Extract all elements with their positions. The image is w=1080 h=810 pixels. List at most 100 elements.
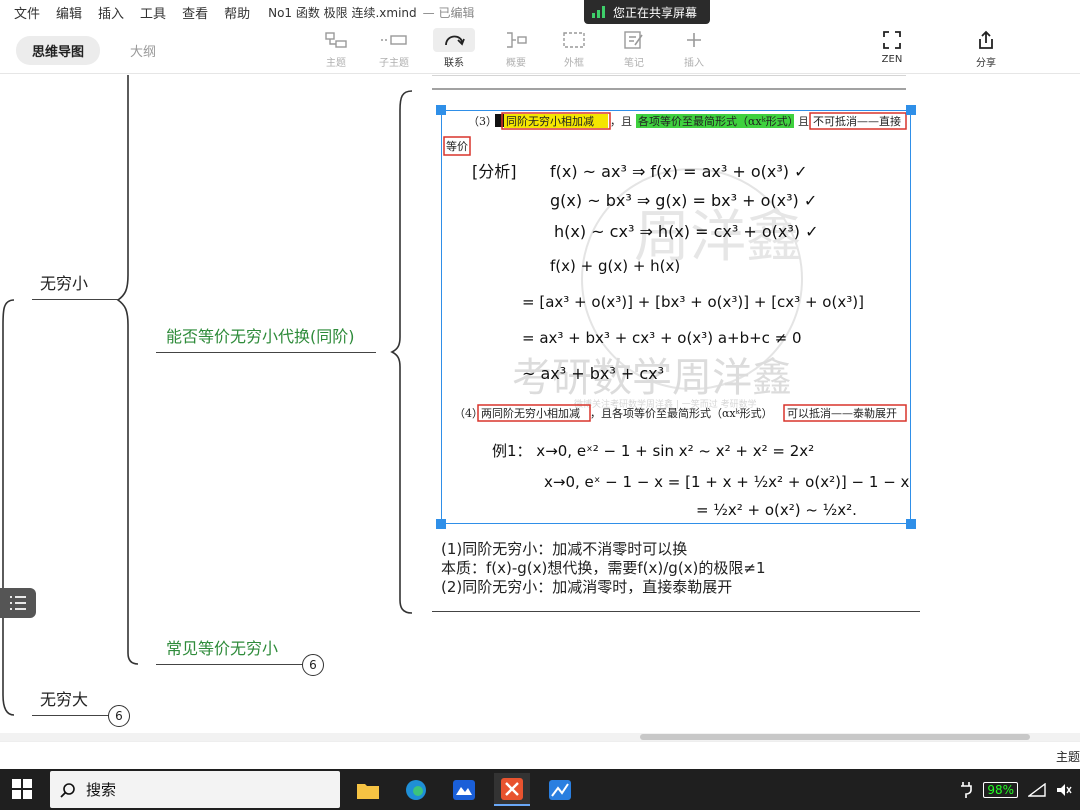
menu-file[interactable]: 文件 — [0, 3, 48, 22]
case3-highlight-d: 不可抵消——直接 — [813, 114, 901, 128]
summary-label: 概要 — [506, 58, 526, 69]
node-equiv-underline — [156, 352, 376, 353]
zen-button[interactable]: ZEN — [868, 28, 916, 72]
subtopic-icon — [380, 28, 408, 52]
tab-outline[interactable]: 大纲 — [114, 36, 172, 65]
analysis-label: [分析] — [472, 162, 517, 181]
toolbar: 思维导图 大纲 主题 子主题 联系 概要 外框 笔记 插入 ZEN 分享 — [0, 24, 1080, 74]
menu-help[interactable]: 帮助 — [216, 3, 258, 22]
signal-icon — [592, 6, 605, 18]
node-equiv-substitution[interactable]: 能否等价无穷小代换(同阶) — [166, 323, 355, 347]
topic-image[interactable]: 周洋鑫 考研数学周洋鑫 微博关注考研数学周洋鑫 | 一笑而过 考研数学 （3） … — [441, 110, 911, 524]
note-line-1: (1)同阶无穷小：加减不消零时可以换 — [441, 540, 688, 558]
taskbar-app-paint[interactable] — [542, 773, 578, 806]
status-bar: 主题 — [0, 741, 1080, 769]
plus-icon — [685, 28, 703, 52]
taskbar-search[interactable]: 搜索 — [50, 771, 340, 808]
node-infinity-underline — [32, 715, 110, 716]
hw-line-6: = ax³ + bx³ + cx³ + o(x³) a+b+c ≠ 0 — [522, 329, 802, 347]
outline-list-icon — [10, 596, 26, 610]
node-infinity[interactable]: 无穷大 — [40, 686, 88, 710]
case3-c: 且 — [798, 115, 809, 128]
node-infinitesimal-underline — [32, 299, 118, 300]
hw-line-2: g(x) ~ bx³ ⇒ g(x) = bx³ + o(x³) ✓ — [550, 191, 817, 210]
topic-button[interactable]: 主题 — [312, 28, 360, 72]
case3-highlight-a: 同阶无穷小相加减 — [506, 114, 594, 128]
outline-panel-button[interactable] — [0, 588, 36, 618]
node-common-equiv-underline — [156, 664, 304, 665]
case4-highlight-a: 两同阶无穷小相加减 — [481, 406, 580, 420]
menu-insert[interactable]: 插入 — [90, 3, 132, 22]
taskbar-xmind[interactable] — [494, 773, 530, 806]
relationship-button[interactable]: 联系 — [430, 28, 478, 72]
notes-button[interactable]: 笔记 — [610, 28, 658, 72]
case4-mid: ，且各项等价至最简形式（αxᵏ形式） — [590, 406, 773, 420]
topic-note-text[interactable]: (1)同阶无穷小：加减不消零时可以换 本质：f(x)-g(x)想代换，需要f(x… — [441, 540, 766, 597]
boundary-button[interactable]: 外框 — [550, 28, 598, 72]
menu-edit[interactable]: 编辑 — [48, 3, 90, 22]
notes-icon — [624, 28, 644, 52]
collapse-badge-infinity[interactable]: 6 — [108, 705, 130, 727]
tab-mindmap[interactable]: 思维导图 — [16, 36, 101, 65]
node-infinitesimal[interactable]: 无穷小 — [40, 270, 88, 294]
view-tabs: 思维导图 大纲 — [16, 36, 172, 65]
taskbar-search-label: 搜索 — [86, 781, 117, 799]
resize-handle-bottom-left[interactable] — [436, 519, 446, 529]
horizontal-scrollbar[interactable] — [0, 733, 1080, 741]
case3-highlight-b: 各项等价至最简形式（αxᵏ形式） — [638, 114, 799, 128]
hw-line-7: ~ ax³ + bx³ + cx³ — [522, 364, 664, 383]
subtopic-label: 子主题 — [379, 58, 409, 69]
case4-highlight-b: 可以抵消——泰勒展开 — [787, 406, 897, 420]
taskbar-app-blue[interactable] — [446, 773, 482, 806]
volume-icon[interactable] — [1056, 783, 1072, 797]
share-button[interactable]: 分享 — [962, 28, 1010, 72]
scrollbar-thumb[interactable] — [640, 734, 1030, 740]
case3-mid: ，且 — [610, 115, 632, 128]
case3-highlight-e: 等价 — [446, 139, 468, 153]
resize-handle-top-left[interactable] — [436, 105, 446, 115]
document-status: — 已编辑 — [422, 5, 475, 20]
screen-share-text: 您正在共享屏幕 — [613, 5, 698, 20]
status-right: 主题 — [1055, 750, 1080, 764]
hw-line-3: h(x) ~ cx³ ⇒ h(x) = cx³ + o(x³) ✓ — [554, 222, 819, 241]
notes-label: 笔记 — [624, 58, 644, 69]
zen-label: ZEN — [881, 54, 903, 65]
resize-handle-bottom-right[interactable] — [906, 519, 916, 529]
taskbar: 搜索 98% — [0, 769, 1080, 810]
hw-line-4: f(x) + g(x) + h(x) — [550, 257, 680, 275]
taskbar-file-explorer[interactable] — [350, 773, 386, 806]
mindmap-canvas[interactable]: 无穷小 能否等价无穷小代换(同阶) 常见等价无穷小 6 无穷大 6 周洋鑫 考研… — [0, 75, 1080, 740]
subtopic-button[interactable]: 子主题 — [370, 28, 418, 72]
boundary-label: 外框 — [564, 58, 584, 69]
share-icon — [965, 28, 1007, 52]
collapse-badge-common-equiv[interactable]: 6 — [302, 654, 324, 676]
note-underline — [432, 611, 920, 612]
boundary-icon — [563, 28, 585, 52]
document-title: No1 函数 极限 连续.xmind — [268, 5, 417, 20]
menu-bar: 文件 编辑 插入 工具 查看 帮助 No1 函数 极限 连续.xmind — 已… — [0, 0, 1080, 24]
relationship-label: 联系 — [444, 58, 464, 69]
network-icon[interactable] — [1028, 782, 1046, 797]
relationship-icon — [433, 28, 475, 52]
resize-handle-top-right[interactable] — [906, 105, 916, 115]
insert-button[interactable]: 插入 — [670, 28, 718, 72]
hw-line-1: f(x) ~ ax³ ⇒ f(x) = ax³ + o(x³) ✓ — [550, 162, 808, 181]
hw-line-5: = [ax³ + o(x³)] + [bx³ + o(x³)] + [cx³ +… — [522, 293, 864, 311]
zen-icon — [871, 28, 913, 52]
case3-number: （3） — [468, 115, 497, 128]
example-line-3: = ½x² + o(x²) ~ ½x². — [696, 501, 857, 519]
windows-icon[interactable] — [12, 779, 32, 799]
taskbar-edge[interactable] — [398, 773, 434, 806]
node-common-equiv[interactable]: 常见等价无穷小 — [166, 635, 278, 659]
power-plug-icon — [961, 781, 973, 798]
menu-tools[interactable]: 工具 — [132, 3, 174, 22]
menu-view[interactable]: 查看 — [174, 3, 216, 22]
summary-button[interactable]: 概要 — [492, 28, 540, 72]
topic-icon — [325, 28, 347, 52]
screen-share-banner[interactable]: 您正在共享屏幕 — [584, 0, 710, 24]
battery-icon[interactable]: 98% — [983, 781, 1018, 798]
summary-icon — [504, 28, 528, 52]
topic-label: 主题 — [326, 58, 346, 69]
system-tray: 98% — [959, 769, 1080, 810]
note-line-3: (2)同阶无穷小：加减消零时，直接泰勒展开 — [441, 578, 733, 596]
